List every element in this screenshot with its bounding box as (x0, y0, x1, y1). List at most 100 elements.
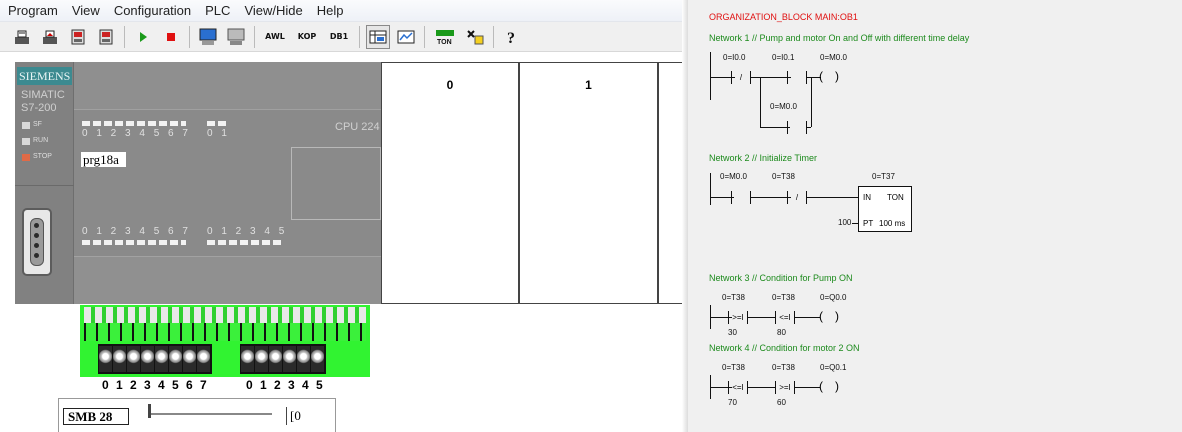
load-icon (43, 30, 57, 44)
input-switch-0[interactable] (99, 346, 112, 372)
input-switch-b2[interactable] (269, 346, 282, 372)
plc-divider (15, 185, 74, 186)
rung-wire (807, 197, 858, 198)
switch-numbers-b: 0 1 2 3 4 5 (246, 378, 325, 392)
n3-compare-2[interactable]: <=I (775, 311, 795, 324)
menu-view[interactable]: View (65, 0, 107, 22)
pin (34, 223, 39, 228)
n1-coil[interactable]: () (819, 69, 839, 84)
menu-program[interactable]: Program (0, 0, 65, 22)
clear-button[interactable] (463, 25, 487, 49)
expansion-module-1[interactable]: 1 (519, 62, 658, 304)
input-switch-4[interactable] (155, 346, 168, 372)
rung-wire (795, 387, 820, 388)
coil-right: ) (835, 379, 839, 393)
smb-value[interactable]: [0 (286, 407, 332, 425)
toolbar-separator (359, 25, 360, 48)
n2-timer-box[interactable]: IN TON PT 100 ms (858, 186, 912, 232)
input-switch-1[interactable] (113, 346, 126, 372)
compare-op: <=I (732, 383, 744, 392)
download-button[interactable] (94, 25, 118, 49)
db1-button[interactable]: DB1 (325, 25, 353, 49)
input-switch-7[interactable] (197, 346, 210, 372)
expansion-module-0[interactable]: 0 (381, 62, 519, 304)
n4-coil[interactable]: () (819, 379, 839, 394)
help-button[interactable]: ? (500, 25, 524, 49)
smb-slider-track[interactable] (150, 413, 272, 415)
stop-button[interactable] (159, 25, 183, 49)
compare-op: >=I (779, 383, 791, 392)
menu-plc[interactable]: PLC (198, 0, 237, 22)
menu-bar: Program View Configuration PLC View/Hide… (0, 0, 682, 22)
save-program-button[interactable] (66, 25, 90, 49)
n1-contact-nc[interactable]: / (731, 71, 751, 84)
branch-wire (760, 77, 761, 127)
pin (34, 233, 39, 238)
model-label: SIMATIC S7-200 (21, 89, 65, 115)
menu-help[interactable]: Help (310, 0, 351, 22)
n4-compare-1[interactable]: <=I (728, 381, 748, 394)
contact-symbol: / (795, 193, 799, 202)
monitor-icon (199, 28, 217, 45)
n1-contact-no[interactable] (787, 71, 807, 84)
rung-wire (852, 223, 858, 224)
smb-label: SMB 28 (63, 408, 129, 425)
rung-wire (748, 387, 775, 388)
input-switch-b3[interactable] (283, 346, 296, 372)
input-switch-5[interactable] (169, 346, 182, 372)
led-run: RUN (22, 137, 48, 145)
kop-button[interactable]: KOP (293, 25, 321, 49)
n1-op2: 0=I0.1 (772, 53, 795, 62)
open-program-button[interactable] (10, 25, 34, 49)
block-title: ORGANIZATION_BLOCK MAIN:OB1 (709, 12, 858, 22)
input-switch-2[interactable] (127, 346, 140, 372)
toolbar-separator (424, 25, 425, 48)
n3-coil-op: 0=Q0.0 (820, 293, 847, 302)
menu-configuration[interactable]: Configuration (107, 0, 198, 22)
toolbar: AWL KOP DB1 TON ? (0, 22, 682, 52)
module-number: 1 (585, 78, 592, 92)
expansion-module-2[interactable] (658, 62, 682, 304)
pin (34, 243, 39, 248)
plc-bottom-strip (74, 256, 381, 304)
output-led-bar-b (207, 240, 284, 245)
branch-wire (807, 127, 811, 128)
rung-wire (795, 317, 820, 318)
download-icon (99, 29, 113, 44)
chart-view-button[interactable] (394, 25, 418, 49)
timer-base: 100 ms (879, 219, 906, 228)
simulator-window: Program View Configuration PLC View/Hide… (0, 0, 1182, 432)
timer-button[interactable]: TON (431, 25, 459, 49)
n1-branch-contact[interactable] (787, 121, 807, 134)
input-switch-b4[interactable] (297, 346, 310, 372)
input-switch-6[interactable] (183, 346, 196, 372)
timer-pt-label: PT (863, 219, 874, 228)
pc-button[interactable] (224, 25, 248, 49)
smb-slider-thumb[interactable] (148, 404, 151, 418)
monitor-button[interactable] (196, 25, 220, 49)
load-program-button[interactable] (38, 25, 62, 49)
menu-view-hide[interactable]: View/Hide (237, 0, 309, 22)
timer-in-label: IN (863, 193, 871, 202)
n3-compare-1[interactable]: >=I (728, 311, 748, 324)
ton-text: TON (437, 39, 452, 46)
coil-right: ) (835, 69, 839, 83)
awl-button[interactable]: AWL (261, 25, 289, 49)
coil-left: ( (819, 309, 823, 323)
input-switch-3[interactable] (141, 346, 154, 372)
led-indicator (22, 121, 30, 129)
input-switch-b0[interactable] (241, 346, 254, 372)
status-view-button[interactable] (366, 24, 390, 49)
terminal-screws (84, 307, 366, 323)
network-2-title: Network 2 // Initialize Timer (709, 153, 818, 163)
pin (34, 253, 39, 258)
n2-contact-nc[interactable]: / (787, 191, 807, 204)
n2-contact-no[interactable] (731, 191, 751, 204)
n4-val1: 70 (728, 398, 737, 407)
n4-compare-2[interactable]: >=I (775, 381, 795, 394)
input-switch-b5[interactable] (311, 346, 324, 372)
run-button[interactable] (131, 25, 155, 49)
input-switch-b1[interactable] (255, 346, 268, 372)
n3-coil[interactable]: () (819, 309, 839, 324)
n2-op2: 0=T38 (772, 172, 795, 181)
